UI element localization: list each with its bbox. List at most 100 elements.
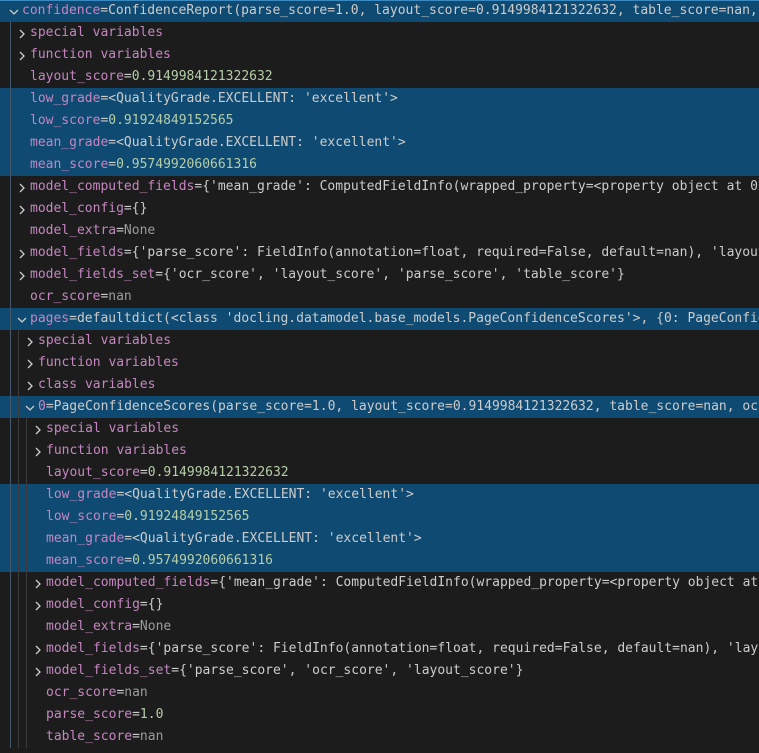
variable-name: 0 bbox=[38, 396, 46, 418]
variable-value: nan bbox=[124, 682, 147, 704]
equals-sign: = bbox=[100, 110, 108, 132]
variable-row[interactable]: model_computed_fields = {'mean_grade': C… bbox=[0, 176, 759, 198]
variable-value: PageConfidenceScores(parse_score=1.0, la… bbox=[54, 396, 759, 418]
variable-row[interactable]: confidence = ConfidenceReport(parse_scor… bbox=[0, 0, 759, 22]
chevron-right-icon[interactable] bbox=[14, 180, 30, 196]
chevron-right-icon[interactable] bbox=[22, 378, 38, 394]
chevron-right-icon[interactable] bbox=[14, 26, 30, 42]
variable-row[interactable]: layout_score = 0.9149984121322632 bbox=[0, 462, 759, 484]
twisty-spacer bbox=[14, 92, 30, 108]
variable-row[interactable]: low_score = 0.91924849152565 bbox=[0, 110, 759, 132]
variable-row[interactable]: function variables bbox=[0, 440, 759, 462]
variable-row[interactable]: model_fields = {'parse_score': FieldInfo… bbox=[0, 242, 759, 264]
twisty-spacer bbox=[30, 708, 46, 724]
indent-guide bbox=[10, 704, 11, 726]
chevron-right-icon[interactable] bbox=[14, 48, 30, 64]
variable-row[interactable]: model_config = {} bbox=[0, 594, 759, 616]
indent-guide bbox=[26, 484, 27, 506]
variable-name: model_computed_fields bbox=[46, 572, 210, 594]
variable-row[interactable]: function variables bbox=[0, 352, 759, 374]
chevron-down-icon[interactable] bbox=[6, 4, 22, 20]
indent-guide bbox=[10, 484, 11, 506]
variable-row[interactable]: special variables bbox=[0, 418, 759, 440]
chevron-right-icon[interactable] bbox=[30, 576, 46, 592]
indent-guide bbox=[10, 154, 11, 176]
chevron-right-icon[interactable] bbox=[30, 664, 46, 680]
variable-row[interactable]: mean_grade = <QualityGrade.EXCELLENT: 'e… bbox=[0, 528, 759, 550]
chevron-right-icon[interactable] bbox=[22, 356, 38, 372]
variable-row[interactable]: model_config = {} bbox=[0, 198, 759, 220]
variable-row[interactable]: model_fields_set = {'ocr_score', 'layout… bbox=[0, 264, 759, 286]
variable-row[interactable]: parse_score = 1.0 bbox=[0, 704, 759, 726]
variable-row[interactable]: function variables bbox=[0, 44, 759, 66]
variable-row[interactable]: mean_score = 0.9574992060661316 bbox=[0, 550, 759, 572]
indent-guide bbox=[10, 44, 11, 66]
debug-variables-panel: confidence = ConfidenceReport(parse_scor… bbox=[0, 0, 759, 753]
indent-guide bbox=[18, 638, 19, 660]
indent-guide bbox=[26, 440, 27, 462]
indent-guide bbox=[26, 616, 27, 638]
equals-sign: = bbox=[210, 572, 218, 594]
variable-value: {} bbox=[148, 594, 164, 616]
variable-name: layout_score bbox=[30, 66, 124, 88]
variable-row[interactable]: class variables bbox=[0, 374, 759, 396]
chevron-right-icon[interactable] bbox=[14, 246, 30, 262]
variable-row[interactable]: special variables bbox=[0, 22, 759, 44]
variable-row[interactable]: ocr_score = nan bbox=[0, 286, 759, 308]
variable-name: special variables bbox=[38, 330, 171, 352]
chevron-right-icon[interactable] bbox=[30, 444, 46, 460]
indent-guide bbox=[26, 462, 27, 484]
equals-sign: = bbox=[100, 0, 108, 22]
variable-name: mean_grade bbox=[46, 528, 124, 550]
variable-row[interactable]: mean_grade = <QualityGrade.EXCELLENT: 'e… bbox=[0, 132, 759, 154]
equals-sign: = bbox=[132, 726, 140, 748]
variable-name: model_fields bbox=[46, 638, 140, 660]
indent-guide bbox=[26, 572, 27, 594]
variable-value: <QualityGrade.EXCELLENT: 'excellent'> bbox=[132, 528, 422, 550]
indent-guide bbox=[10, 396, 11, 418]
chevron-down-icon[interactable] bbox=[14, 312, 30, 328]
indent-guide bbox=[10, 66, 11, 88]
variable-row[interactable]: low_grade = <QualityGrade.EXCELLENT: 'ex… bbox=[0, 484, 759, 506]
chevron-down-icon[interactable] bbox=[22, 400, 38, 416]
variable-row[interactable]: pages = defaultdict(<class 'docling.data… bbox=[0, 308, 759, 330]
variable-row[interactable]: low_score = 0.91924849152565 bbox=[0, 506, 759, 528]
indent-guide bbox=[10, 528, 11, 550]
variable-name: model_fields_set bbox=[30, 264, 155, 286]
variable-row[interactable]: 0 = PageConfidenceScores(parse_score=1.0… bbox=[0, 396, 759, 418]
equals-sign: = bbox=[124, 528, 132, 550]
chevron-right-icon[interactable] bbox=[22, 334, 38, 350]
variable-row[interactable]: model_extra = None bbox=[0, 616, 759, 638]
indent-guide bbox=[10, 418, 11, 440]
equals-sign: = bbox=[140, 462, 148, 484]
variable-name: model_fields bbox=[30, 242, 124, 264]
variable-row[interactable]: model_fields = {'parse_score': FieldInfo… bbox=[0, 638, 759, 660]
variable-row[interactable]: special variables bbox=[0, 330, 759, 352]
variable-row[interactable]: mean_score = 0.9574992060661316 bbox=[0, 154, 759, 176]
twisty-spacer bbox=[14, 158, 30, 174]
chevron-right-icon[interactable] bbox=[30, 598, 46, 614]
variable-row[interactable]: model_extra = None bbox=[0, 220, 759, 242]
twisty-spacer bbox=[30, 620, 46, 636]
variable-row[interactable]: model_fields_set = {'parse_score', 'ocr_… bbox=[0, 660, 759, 682]
variable-row[interactable]: layout_score = 0.9149984121322632 bbox=[0, 66, 759, 88]
variable-value: None bbox=[124, 220, 155, 242]
variable-name: low_grade bbox=[30, 88, 100, 110]
chevron-right-icon[interactable] bbox=[30, 422, 46, 438]
indent-guide bbox=[26, 594, 27, 616]
variable-row[interactable]: model_computed_fields = {'mean_grade': C… bbox=[0, 572, 759, 594]
chevron-right-icon[interactable] bbox=[14, 202, 30, 218]
variable-row[interactable]: table_score = nan bbox=[0, 726, 759, 748]
indent-guide bbox=[10, 374, 11, 396]
twisty-spacer bbox=[14, 290, 30, 306]
variable-row[interactable]: low_grade = <QualityGrade.EXCELLENT: 'ex… bbox=[0, 88, 759, 110]
indent-guide bbox=[10, 220, 11, 242]
indent-guide bbox=[10, 176, 11, 198]
indent-guide bbox=[10, 110, 11, 132]
chevron-right-icon[interactable] bbox=[30, 642, 46, 658]
chevron-right-icon[interactable] bbox=[14, 268, 30, 284]
indent-guide bbox=[26, 506, 27, 528]
variable-value: {'parse_score': FieldInfo(annotation=flo… bbox=[148, 638, 759, 660]
variable-name: class variables bbox=[38, 374, 155, 396]
variable-row[interactable]: ocr_score = nan bbox=[0, 682, 759, 704]
